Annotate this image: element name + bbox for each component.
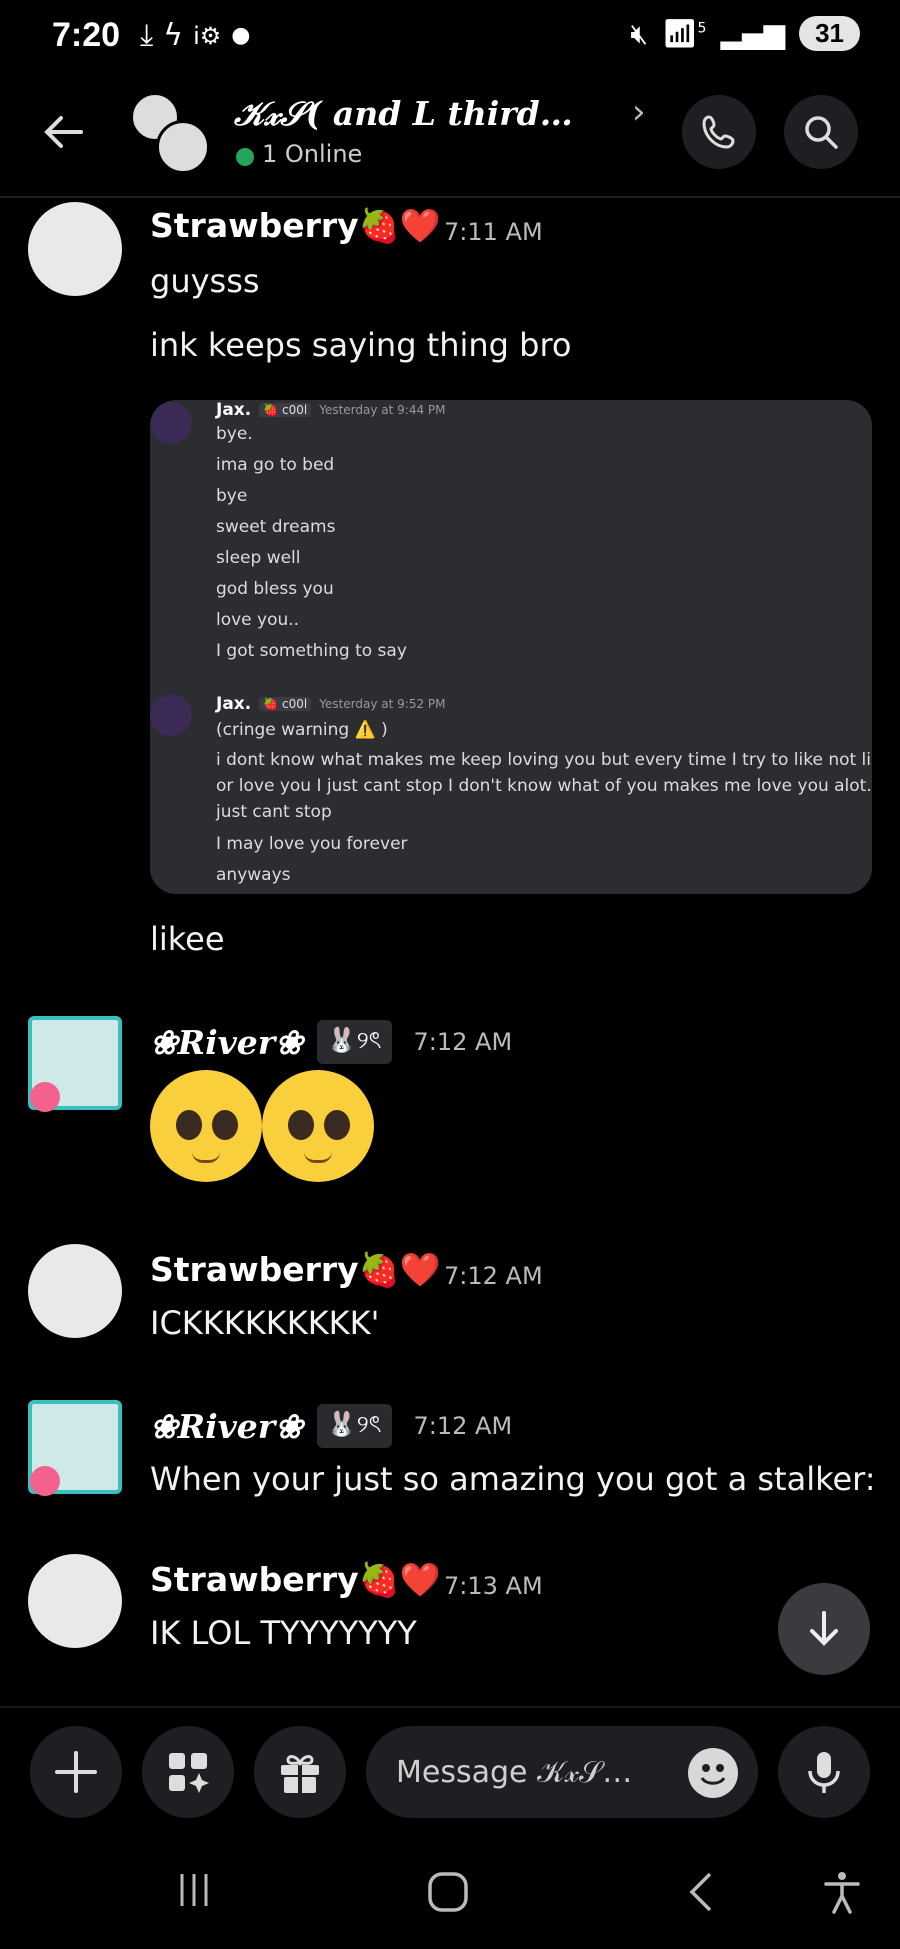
timestamp: 7:13 AM (444, 1572, 543, 1600)
search-button[interactable] (784, 95, 858, 169)
dot-icon: ● (231, 23, 251, 48)
embed-tag: 🍓 c00l (259, 697, 312, 711)
embed-line: bye (216, 486, 248, 506)
embed-line: god bless you (216, 579, 334, 599)
timestamp: 7:12 AM (413, 1412, 513, 1440)
embed-username: Jax. (216, 694, 252, 714)
embed-avatar (150, 402, 192, 444)
message-placeholder: Message 𝒦𝓍𝒮… (396, 1754, 633, 1790)
recent-apps-button[interactable] (174, 1870, 214, 1921)
user-tag[interactable]: 🐰୨ৎ (316, 1404, 392, 1448)
home-icon (428, 1872, 468, 1912)
embed-line: i dont know what makes me keep loving yo… (216, 750, 872, 770)
avatar-decoration-icon (30, 1082, 60, 1112)
pleading-face-emoji (150, 1070, 262, 1182)
wifi-label: 5 (697, 20, 707, 37)
username[interactable]: Strawberry🍓❤️ (150, 1560, 441, 1600)
message-text: ICKKKKKKKKK' (150, 1304, 380, 1342)
nav-back-icon (689, 1872, 712, 1912)
message-input[interactable]: Message 𝒦𝓍𝒮… (366, 1726, 758, 1818)
online-count: 1 Online (262, 140, 363, 168)
group-avatar-2[interactable] (156, 120, 210, 174)
plus-icon (55, 1751, 97, 1793)
download-icon: ⤓ (140, 18, 154, 53)
username[interactable]: ❀River❀ (150, 1023, 303, 1062)
message-text: guysss (150, 262, 260, 300)
phone-icon (702, 115, 735, 149)
embed-username: Jax. (216, 400, 252, 420)
call-button[interactable] (682, 95, 756, 169)
embed-line: anyways (216, 865, 291, 885)
embed-line: ima go to bed (216, 455, 335, 475)
emoji-button[interactable] (688, 1748, 738, 1798)
bolt-icon: ϟ (163, 18, 184, 53)
home-button[interactable] (426, 1870, 470, 1925)
composer-divider (0, 1706, 900, 1708)
embed-line: or love you I just cant stop I don't kno… (216, 776, 872, 796)
username[interactable]: ❀River❀ (150, 1407, 303, 1446)
embed-tag: 🍓 c00l (259, 403, 312, 417)
apps-button[interactable] (142, 1726, 234, 1818)
channel-title[interactable]: 𝒦𝓍𝒮( and L third… (234, 94, 573, 134)
status-icons-right: 🔇︎ 📶︎5 ▂▄▆ 31 (630, 16, 860, 51)
embed-time: Yesterday at 9:52 PM (319, 697, 446, 711)
online-status-dot (236, 148, 254, 166)
nav-back-button[interactable] (682, 1870, 722, 1925)
username[interactable]: Strawberry🍓❤️ (150, 206, 441, 246)
embed-line: just cant stop (216, 802, 332, 822)
back-button[interactable] (38, 102, 88, 162)
gift-icon (281, 1755, 319, 1793)
avatar-strawberry[interactable] (28, 1244, 122, 1338)
embed-line: sweet dreams (216, 517, 336, 537)
embed-line: I may love you forever (216, 834, 408, 854)
embed-line: bye. (216, 424, 253, 444)
embed-line: love you.. (216, 610, 300, 630)
scroll-to-bottom-button[interactable] (778, 1583, 870, 1675)
user-tag[interactable]: 🐰୨ৎ (316, 1020, 392, 1064)
accessibility-button[interactable] (820, 1870, 864, 1925)
pleading-face-emoji (262, 1070, 374, 1182)
microphone-icon (808, 1752, 840, 1793)
wifi-assist-icon: i⚙ (193, 21, 222, 50)
avatar-strawberry[interactable] (28, 1554, 122, 1648)
image-attachment[interactable]: Jax. 🍓 c00l Yesterday at 9:44 PM bye. im… (150, 400, 872, 894)
message-text: ink keeps saying thing bro (150, 326, 572, 364)
avatar-strawberry[interactable] (28, 202, 122, 296)
chevron-right-icon[interactable]: › (632, 92, 646, 132)
add-attachment-button[interactable] (30, 1726, 122, 1818)
arrow-down-icon (810, 1611, 838, 1646)
gift-button[interactable] (254, 1726, 346, 1818)
back-arrow-icon (44, 116, 83, 148)
timestamp: 7:11 AM (444, 218, 543, 246)
search-icon (805, 116, 838, 149)
mute-icon: 🔇︎ (630, 16, 648, 50)
embed-line: (cringe warning ⚠️ ) (216, 720, 388, 740)
battery-indicator: 31 (799, 16, 860, 51)
timestamp: 7:12 AM (444, 1262, 543, 1290)
embed-avatar (150, 694, 192, 736)
avatar-decoration-icon (30, 1466, 60, 1496)
signal-icon: ▂▄▆ (720, 17, 786, 50)
embed-line: sleep well (216, 548, 301, 568)
message-text: When your just so amazing you got a stal… (150, 1460, 876, 1498)
status-time: 7:20 (52, 16, 121, 54)
embed-time: Yesterday at 9:44 PM (319, 403, 446, 417)
username[interactable]: Strawberry🍓❤️ (150, 1250, 441, 1290)
header-divider (0, 196, 900, 198)
timestamp: 7:12 AM (413, 1028, 513, 1056)
recents-icon (180, 1874, 208, 1906)
voice-message-button[interactable] (778, 1726, 870, 1818)
smile-icon (700, 1764, 726, 1785)
accessibility-icon (824, 1872, 860, 1914)
message-text: IK LOL TYYYYYYY (150, 1614, 417, 1652)
status-icons-left: ⤓ ϟ i⚙ ● (140, 18, 250, 53)
embed-line: I got something to say (216, 641, 407, 661)
apps-icon (169, 1753, 209, 1793)
message-text: likee (150, 920, 225, 958)
wifi-icon: 📶︎5 (662, 17, 707, 50)
